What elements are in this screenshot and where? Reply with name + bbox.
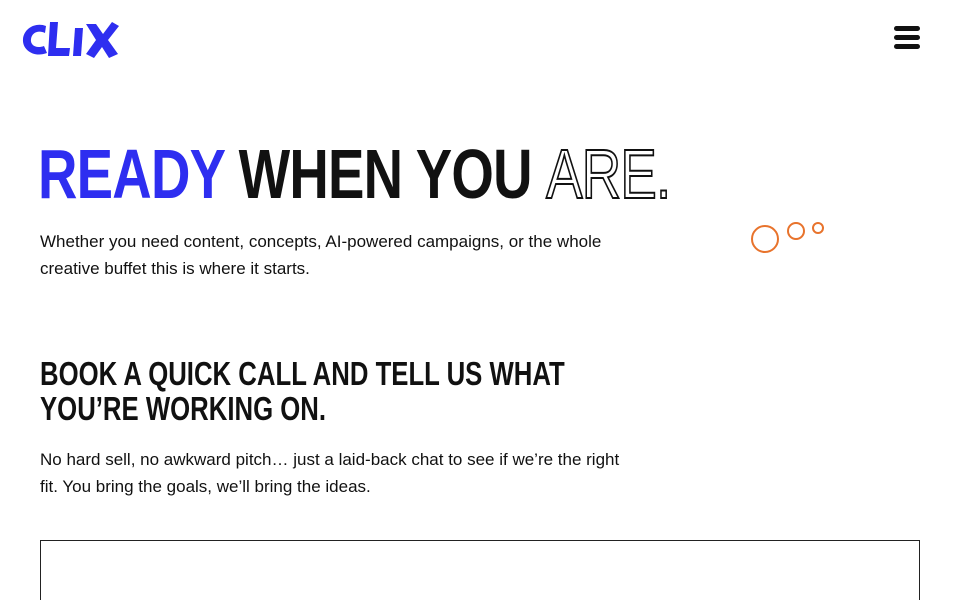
hero-subtitle: Whether you need content, concepts, AI-p… [40, 232, 602, 278]
hero-title-word-when-you: WHEN YOU [238, 135, 533, 213]
clix-logo[interactable] [20, 18, 120, 60]
cta-heading: BOOK A QUICK CALL AND TELL US WHAT YOU’R… [40, 355, 565, 427]
site-header [0, 0, 960, 80]
hamburger-menu-icon[interactable] [893, 26, 923, 52]
hero-title: READY WHEN YOU ARE. [38, 134, 672, 214]
hero-title-word-ready: READY [38, 135, 225, 213]
cta-text: No hard sell, no awkward pitch… just a l… [40, 450, 620, 496]
hero-title-word-are: ARE. [545, 134, 672, 214]
booking-form-container[interactable] [40, 540, 920, 600]
bubbles-decoration-icon [748, 218, 830, 258]
clix-logo-mark [22, 22, 119, 58]
